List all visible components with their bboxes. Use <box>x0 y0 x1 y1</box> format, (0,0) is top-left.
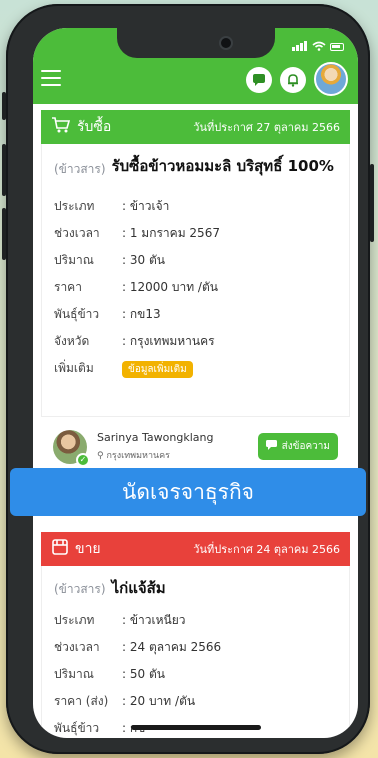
verified-check-icon: ✓ <box>76 452 90 467</box>
power-button <box>370 164 374 242</box>
field-key: ประเภท <box>54 613 95 627</box>
field-value: : 24 ตุลาคม 2566 <box>122 640 222 654</box>
sell-category: (ข้าวสาร) <box>54 582 106 596</box>
sell-card-body[interactable]: (ข้าวสาร) ไก่แจ้ส้ม ประเภท : ข้าวเหนียว ช… <box>41 566 350 738</box>
field-key: ปริมาณ <box>54 253 94 267</box>
field-value: : 20 บาท /ตัน <box>122 694 196 708</box>
screen: รับซื้อ วันที่ประกาศ 27 ตุลาคม 2566 (ข้า… <box>33 28 358 738</box>
buy-field-row: จังหวัด : กรุงเทพมหานคร <box>54 328 337 355</box>
buy-field-row: ราคา : 12000 บาท /ตัน <box>54 274 337 301</box>
field-value: : 1 มกราคม 2567 <box>122 226 220 240</box>
field-key: ช่วงเวลา <box>54 226 100 240</box>
sell-field-row: ประเภท : ข้าวเหนียว <box>54 607 337 634</box>
home-indicator[interactable] <box>130 725 261 730</box>
bell-icon[interactable] <box>280 67 306 93</box>
seller-location: ⚲ กรุงเทพมหานคร <box>97 451 170 461</box>
field-key: ช่วงเวลา <box>54 640 100 654</box>
buy-field-row: ช่วงเวลา : 1 มกราคม 2567 <box>54 220 337 247</box>
more-key: เพิ่มเติม <box>54 361 94 375</box>
feed: รับซื้อ วันที่ประกาศ 27 ตุลาคม 2566 (ข้า… <box>33 104 358 738</box>
cart-icon <box>51 116 71 138</box>
field-value: : ข้าวเจ้า <box>122 199 170 213</box>
signal-icon <box>292 40 308 51</box>
sell-field-row: ปริมาณ : 50 ตัน <box>54 661 337 688</box>
field-key: ประเภท <box>54 199 95 213</box>
phone-frame: รับซื้อ วันที่ประกาศ 27 ตุลาคม 2566 (ข้า… <box>2 4 374 754</box>
buy-type-label: รับซื้อ <box>77 119 112 135</box>
buy-field-row: ปริมาณ : 30 ตัน <box>54 247 337 274</box>
send-message-button[interactable]: ส่งข้อความ <box>257 433 338 460</box>
buy-more-row: เพิ่มเติม ข้อมูลเพิ่มเติม <box>54 355 337 382</box>
wifi-icon <box>312 41 326 51</box>
field-key: ปริมาณ <box>54 667 94 681</box>
field-key: พันธุ์ข้าว <box>54 721 100 735</box>
seller-name[interactable]: Sarinya Tawongklang <box>97 431 213 444</box>
seller-avatar[interactable]: ✓ <box>53 429 90 467</box>
sell-field-row: ช่วงเวลา : 24 ตุลาคม 2566 <box>54 634 337 661</box>
top-bar <box>33 28 358 104</box>
status-bar <box>292 40 344 51</box>
buy-post-date: วันที่ประกาศ 27 ตุลาคม 2566 <box>193 121 340 134</box>
buy-field-row: พันธุ์ข้าว : กข13 <box>54 301 337 328</box>
chat-icon[interactable] <box>246 67 272 93</box>
mute-switch <box>2 92 6 120</box>
field-value: : ข้าวเหนียว <box>122 613 186 627</box>
hamburger-icon[interactable] <box>41 70 61 86</box>
negotiate-button[interactable]: นัดเจรจาธุรกิจ <box>10 468 366 516</box>
send-message-label: ส่งข้อความ <box>281 441 330 452</box>
sell-card-header: ขาย วันที่ประกาศ 24 ตุลาคม 2566 <box>41 532 350 566</box>
field-value: : 30 ตัน <box>122 253 165 267</box>
volume-down-button <box>2 208 6 260</box>
store-icon <box>51 538 69 560</box>
more-info-button[interactable]: ข้อมูลเพิ่มเติม <box>122 360 193 378</box>
volume-up-button <box>2 144 6 196</box>
seller-row: ✓ Sarinya Tawongklang ⚲ กรุงเทพมหานคร ส่… <box>41 416 350 476</box>
profile-avatar[interactable] <box>314 62 348 96</box>
camera-icon <box>218 36 233 50</box>
sell-field-row: ราคา (ส่ง) : 20 บาท /ตัน <box>54 688 337 715</box>
buy-title: รับซื้อข้าวหอมมะลิ บริสุทธิ์ 100% <box>111 157 334 175</box>
buy-card-header: รับซื้อ วันที่ประกาศ 27 ตุลาคม 2566 <box>41 110 350 144</box>
field-key: ราคา (ส่ง) <box>54 694 109 708</box>
field-value: : กข13 <box>122 307 161 321</box>
sell-post-date: วันที่ประกาศ 24 ตุลาคม 2566 <box>193 543 340 556</box>
notch <box>116 28 275 58</box>
field-key: จังหวัด <box>54 334 90 348</box>
sell-type-label: ขาย <box>75 541 101 557</box>
buy-field-row: ประเภท : ข้าวเจ้า <box>54 193 337 220</box>
sell-title: ไก่แจ้ส้ม <box>111 579 166 597</box>
field-value: : 12000 บาท /ตัน <box>122 280 218 294</box>
field-key: ราคา <box>54 280 82 294</box>
field-key: พันธุ์ข้าว <box>54 307 100 321</box>
battery-icon <box>330 43 344 51</box>
message-icon <box>265 440 277 453</box>
field-value: : กรุงเทพมหานคร <box>122 334 215 348</box>
buy-card-body[interactable]: (ข้าวสาร) รับซื้อข้าวหอมมะลิ บริสุทธิ์ 1… <box>41 144 350 416</box>
field-value: : 50 ตัน <box>122 667 165 681</box>
buy-category: (ข้าวสาร) <box>54 162 106 176</box>
